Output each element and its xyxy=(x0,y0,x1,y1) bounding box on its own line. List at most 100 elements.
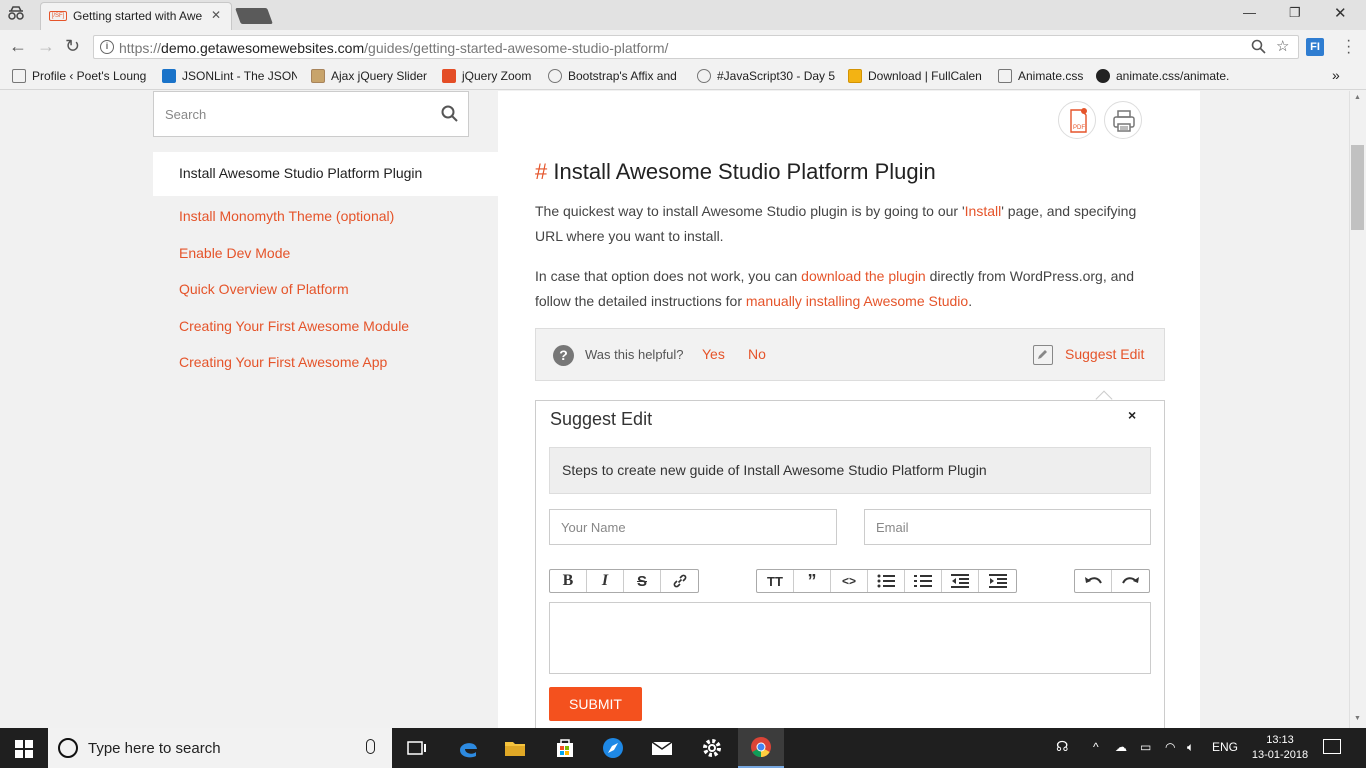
volume-icon[interactable]: 🔈︎ xyxy=(1187,740,1194,755)
bookmark-item[interactable]: Ajax jQuery Slider xyxy=(311,69,436,83)
sidebar-item-overview[interactable]: Quick Overview of Platform xyxy=(179,281,349,297)
print-button[interactable] xyxy=(1104,101,1142,139)
edit-textarea[interactable] xyxy=(549,602,1151,674)
store-icon[interactable] xyxy=(553,736,577,760)
notifications-icon[interactable] xyxy=(1323,739,1341,754)
language-indicator[interactable]: ENG xyxy=(1212,740,1238,754)
search-icon[interactable] xyxy=(441,105,458,122)
search-input[interactable] xyxy=(154,92,424,136)
codepen-icon xyxy=(548,69,562,83)
yes-button[interactable]: Yes xyxy=(702,346,725,362)
install-link[interactable]: Install xyxy=(965,203,1002,219)
edit-icon[interactable] xyxy=(1033,345,1053,365)
submit-button[interactable]: SUBMIT xyxy=(549,687,642,721)
download-plugin-link[interactable]: download the plugin xyxy=(801,268,926,284)
back-icon[interactable]: ← xyxy=(9,37,27,55)
heading-icon[interactable]: TT xyxy=(757,570,794,592)
file-explorer-icon[interactable] xyxy=(503,736,527,760)
address-bar[interactable]: i https://demo.getawesomewebsites.com/gu… xyxy=(93,35,1299,59)
format-toolbar: B I S xyxy=(549,569,699,593)
scroll-down-icon[interactable]: ▼ xyxy=(1354,715,1361,722)
wifi-icon[interactable]: ◠ xyxy=(1165,740,1175,754)
suggest-edit-button[interactable]: Suggest Edit xyxy=(1065,346,1144,362)
redo-icon[interactable] xyxy=(1112,570,1149,592)
link-icon[interactable] xyxy=(661,570,698,592)
forward-icon[interactable]: → xyxy=(37,37,55,55)
settings-icon[interactable] xyxy=(700,736,724,760)
github-icon xyxy=(1096,69,1110,83)
pdf-button[interactable]: PDF xyxy=(1058,101,1096,139)
windows-start-icon[interactable] xyxy=(15,740,33,758)
browser-tab[interactable]: [/SF] Getting started with Awe ✕ xyxy=(40,2,232,30)
sidebar-item-first-module[interactable]: Creating Your First Awesome Module xyxy=(179,318,409,334)
code-icon[interactable]: <> xyxy=(831,570,868,592)
bookmark-item[interactable]: #JavaScript30 - Day 5 xyxy=(697,69,835,83)
bookmark-item[interactable]: animate.css/animate. xyxy=(1096,69,1234,83)
bookmark-item[interactable]: jQuery Zoom xyxy=(442,69,542,83)
battery-icon[interactable]: ▭ xyxy=(1140,740,1151,754)
new-tab-button[interactable] xyxy=(235,8,273,24)
cloud-icon[interactable]: ☁ xyxy=(1115,740,1127,754)
heading-text: Install Awesome Studio Platform Plugin xyxy=(553,159,936,184)
scrollbar-thumb[interactable] xyxy=(1351,145,1364,230)
people-icon[interactable]: ☊ xyxy=(1056,738,1068,755)
bookmark-item[interactable]: Profile ‹ Poet's Loung xyxy=(12,69,152,83)
clock-date: 13-01-2018 xyxy=(1251,749,1309,761)
more-bookmarks-icon[interactable]: » xyxy=(1332,67,1340,83)
outdent-icon[interactable] xyxy=(942,570,979,592)
mail-icon[interactable] xyxy=(650,736,674,760)
question-icon: ? xyxy=(553,345,574,366)
sidebar-item-first-app[interactable]: Creating Your First Awesome App xyxy=(179,354,387,370)
edge-icon[interactable] xyxy=(456,736,480,760)
bookmark-item[interactable]: JSONLint - The JSON xyxy=(162,69,297,83)
numbered-list-icon[interactable] xyxy=(905,570,942,592)
window-close-icon[interactable]: ✕ xyxy=(1334,4,1347,22)
feedback-bar: ? Was this helpful? Yes No Suggest Edit xyxy=(535,328,1165,381)
extension-icon[interactable]: FI xyxy=(1306,38,1324,56)
italic-icon[interactable]: I xyxy=(587,570,624,592)
taskbar-search[interactable]: Type here to search xyxy=(48,728,392,768)
bookmark-item[interactable]: Download | FullCalen xyxy=(848,69,984,83)
clock-time: 13:13 xyxy=(1266,734,1294,746)
microphone-icon[interactable] xyxy=(366,739,375,754)
sidebar-item-active[interactable]: Install Awesome Studio Platform Plugin xyxy=(153,152,498,196)
close-icon[interactable]: × xyxy=(1128,407,1136,423)
search-box xyxy=(153,91,469,137)
no-button[interactable]: No xyxy=(748,346,766,362)
name-field[interactable] xyxy=(549,509,837,545)
steps-banner: Steps to create new guide of Install Awe… xyxy=(549,447,1151,494)
tab-close-icon[interactable]: ✕ xyxy=(211,8,221,22)
strikethrough-icon[interactable]: S xyxy=(624,570,661,592)
browser-app-icon[interactable] xyxy=(601,736,625,760)
menu-icon[interactable]: · · · xyxy=(1346,33,1351,61)
quote-icon[interactable]: ” xyxy=(794,570,831,592)
search-icon[interactable] xyxy=(1251,39,1266,58)
bookmark-item[interactable]: Bootstrap's Affix and xyxy=(548,69,683,83)
heading-anchor[interactable]: # xyxy=(535,159,547,184)
manual-install-link[interactable]: manually installing Awesome Studio xyxy=(746,293,968,309)
star-icon[interactable]: ☆ xyxy=(1276,37,1289,55)
chrome-icon xyxy=(751,737,771,758)
reload-icon[interactable]: ↻ xyxy=(65,37,80,55)
article-content: PDF # Install Awesome Studio Platform Pl… xyxy=(498,91,1200,728)
minimize-icon[interactable]: — xyxy=(1243,5,1256,20)
block-toolbar: TT ” <> xyxy=(756,569,1017,593)
info-icon[interactable]: i xyxy=(100,40,114,54)
chrome-taskbar-button[interactable] xyxy=(738,728,784,768)
jsonlint-icon xyxy=(162,69,176,83)
task-view-icon[interactable] xyxy=(405,736,429,760)
system-clock[interactable]: 13:13 13-01-2018 xyxy=(1250,733,1310,763)
email-field[interactable] xyxy=(864,509,1151,545)
sidebar-item-dev-mode[interactable]: Enable Dev Mode xyxy=(179,245,290,261)
restore-icon[interactable]: ❐ xyxy=(1289,5,1301,21)
scroll-up-icon[interactable]: ▲ xyxy=(1354,94,1361,101)
bookmarks-bar: Profile ‹ Poet's Loung JSONLint - The JS… xyxy=(0,64,1366,90)
undo-icon[interactable] xyxy=(1075,570,1112,592)
indent-icon[interactable] xyxy=(979,570,1016,592)
tray-expand-icon[interactable]: ^ xyxy=(1093,740,1099,754)
bold-icon[interactable]: B xyxy=(550,570,587,592)
pdf-icon: PDF xyxy=(1070,108,1087,133)
bullet-list-icon[interactable] xyxy=(868,570,905,592)
sidebar-item-monomyth[interactable]: Install Monomyth Theme (optional) xyxy=(179,208,394,224)
bookmark-item[interactable]: Animate.css xyxy=(998,69,1088,83)
